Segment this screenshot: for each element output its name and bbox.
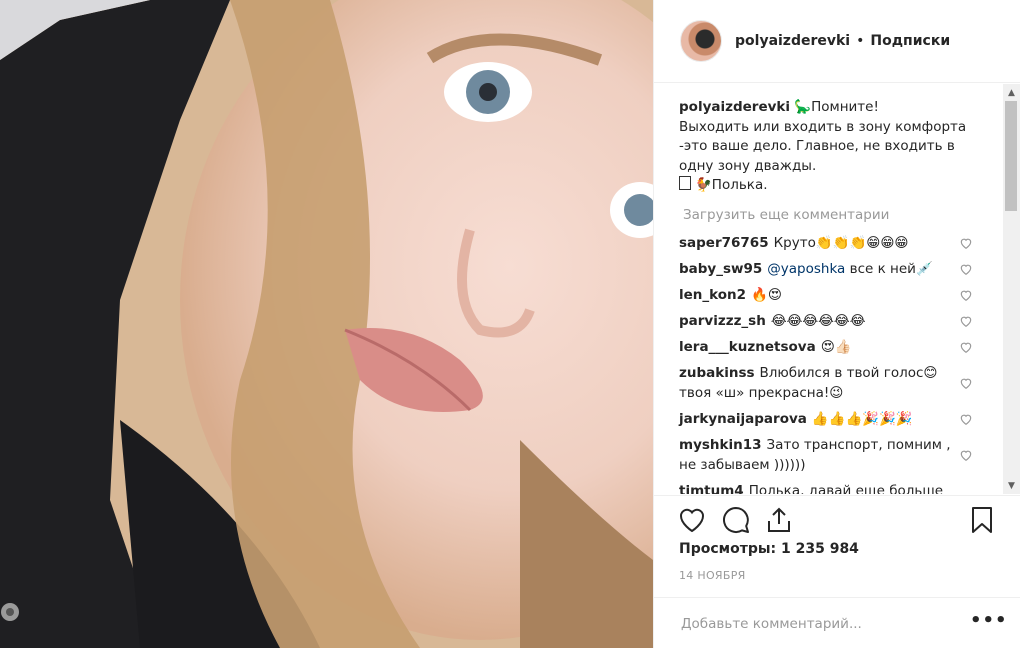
like-heart-icon[interactable] xyxy=(677,505,707,535)
post-actions-bar xyxy=(654,495,1020,543)
comment-like-heart-icon[interactable] xyxy=(959,288,973,302)
comment-like-heart-icon[interactable] xyxy=(959,340,973,354)
comment-row: saper76765 Круто👏👏👏😁😁😁 xyxy=(679,234,979,254)
comment-row: baby_sw95 @yaposhka все к ней💉 xyxy=(679,260,979,280)
scrollbar-thumb[interactable] xyxy=(1005,101,1017,211)
comment-mention-link[interactable]: @yaposhka xyxy=(767,261,845,277)
post-caption: polyaizderevki 🦕Помните! Выходить или вх… xyxy=(679,98,979,196)
comment-icon[interactable] xyxy=(721,505,751,535)
avatar[interactable] xyxy=(680,20,722,62)
post-username[interactable]: polyaizderevki xyxy=(735,33,850,49)
comment-text: Круто👏👏👏😁😁😁 xyxy=(773,235,909,251)
comment-username[interactable]: jarkynaijaparova xyxy=(679,411,807,427)
document-icon xyxy=(679,176,691,191)
comment-username[interactable]: lera___kuznetsova xyxy=(679,339,816,355)
comment-username[interactable]: len_kon2 xyxy=(679,287,746,303)
comment-like-heart-icon[interactable] xyxy=(959,448,973,462)
comment-row: timtum4 Полька, давай еще больше xyxy=(679,482,979,494)
comment-text: Зато транспорт, помним , xyxy=(766,437,951,453)
post-date[interactable]: 14 НОЯБРЯ xyxy=(679,569,746,582)
caption-line: одну зону дважды. xyxy=(679,157,817,174)
comments-scrollbar[interactable]: ▲ ▼ xyxy=(1003,84,1020,494)
comment-like-heart-icon[interactable] xyxy=(959,314,973,328)
comment-username[interactable]: saper76765 xyxy=(679,235,769,251)
comment-text: 🔥😍 xyxy=(751,287,782,303)
caption-line: 🦕Помните! xyxy=(794,99,879,115)
caption-line: -это ваше дело. Главное, не входить в xyxy=(679,138,955,155)
comment-text: 😍👍🏻 xyxy=(820,339,852,355)
scroll-down-arrow-icon[interactable]: ▼ xyxy=(1004,478,1019,493)
post-sidebar: polyaizderevki • Подписки polyaizderevki… xyxy=(653,0,1020,648)
scroll-up-arrow-icon[interactable]: ▲ xyxy=(1004,85,1019,100)
comment-row: zubakinss Влюбился в твой голос😊 твоя «ш»… xyxy=(679,364,979,403)
comment-text: все к ней💉 xyxy=(845,261,933,277)
comment-username[interactable]: parvizzz_sh xyxy=(679,313,766,329)
post-header: polyaizderevki • Подписки xyxy=(654,0,1020,83)
comment-text: Влюбился в твой голос😊 xyxy=(759,365,938,381)
caption-line: Выходить или входить в зону комфорта xyxy=(679,118,967,135)
comment-row: lera___kuznetsova 😍👍🏻 xyxy=(679,338,979,358)
comments-list[interactable]: polyaizderevki 🦕Помните! Выходить или вх… xyxy=(654,84,1006,494)
add-comment-section: ••• xyxy=(654,597,1020,648)
comment-row: jarkynaijaparova 👍👍👍🎉🎉🎉 xyxy=(679,410,979,430)
following-button[interactable]: Подписки xyxy=(870,33,950,49)
caption-username[interactable]: polyaizderevki xyxy=(679,99,790,115)
more-options-icon[interactable]: ••• xyxy=(970,610,1008,631)
comment-text: 👍👍👍🎉🎉🎉 xyxy=(811,411,913,427)
caption-line: 🐓Полька. xyxy=(695,177,768,194)
comment-text: 😂😂😂😂😂😂 xyxy=(770,313,866,329)
comment-row: len_kon2 🔥😍 xyxy=(679,286,979,306)
comment-like-heart-icon[interactable] xyxy=(959,262,973,276)
comment-text: твоя «ш» прекрасна!😉 xyxy=(679,384,844,401)
comment-username[interactable]: myshkin13 xyxy=(679,437,762,453)
post-photo xyxy=(0,0,653,648)
views-count[interactable]: Просмотры: 1 235 984 xyxy=(679,541,859,557)
comment-username[interactable]: timtum4 xyxy=(679,483,744,494)
comment-username[interactable]: zubakinss xyxy=(679,365,755,381)
post-media[interactable] xyxy=(0,0,653,648)
comment-input[interactable] xyxy=(679,613,953,635)
load-more-comments-link[interactable]: Загрузить еще комментарии xyxy=(683,207,889,223)
comment-like-heart-icon[interactable] xyxy=(959,236,973,250)
bookmark-icon[interactable] xyxy=(967,505,997,535)
comment-like-heart-icon[interactable] xyxy=(959,376,973,390)
comment-username[interactable]: baby_sw95 xyxy=(679,261,762,277)
comment-row: parvizzz_sh 😂😂😂😂😂😂 xyxy=(679,312,979,332)
comment-like-heart-icon[interactable] xyxy=(959,412,973,426)
share-icon[interactable] xyxy=(764,505,794,535)
comment-text: не забываем )))))) xyxy=(679,456,806,473)
comment-row: myshkin13 Зато транспорт, помним , не заб… xyxy=(679,436,979,475)
comment-text: Полька, давай еще больше xyxy=(748,483,944,494)
separator-dot: • xyxy=(856,33,865,49)
